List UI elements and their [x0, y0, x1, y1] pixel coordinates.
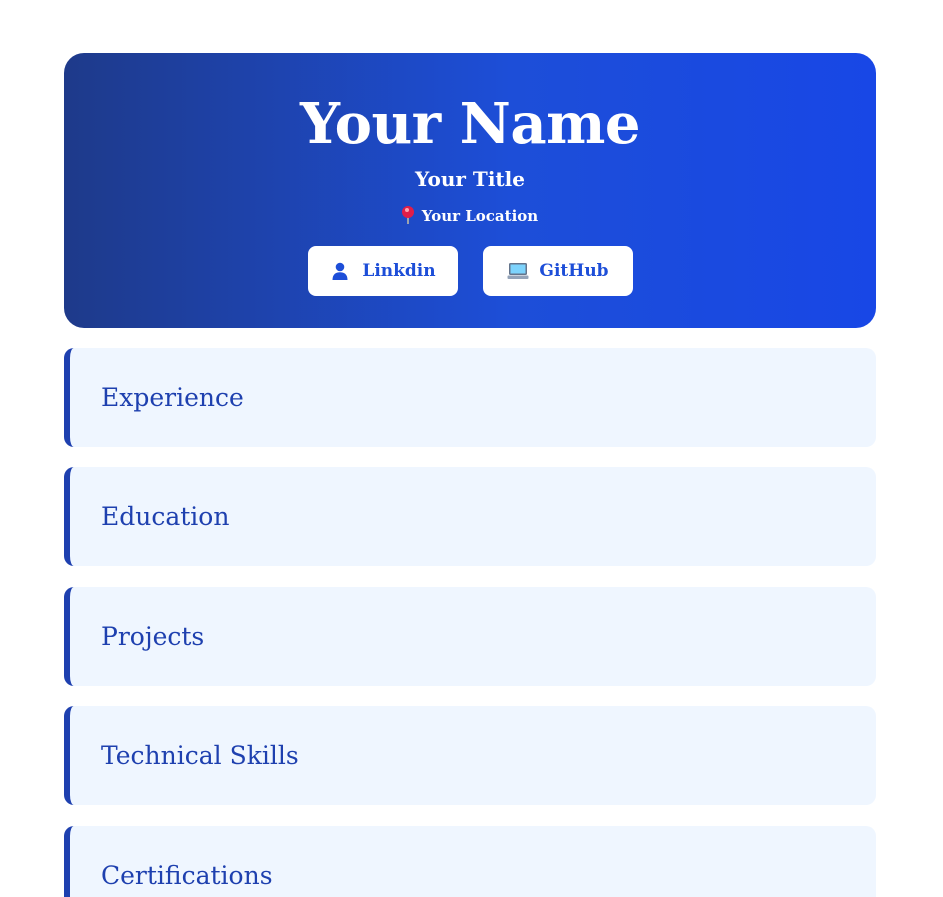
- section-title: Certifications: [101, 861, 273, 890]
- laptop-icon: [507, 261, 529, 281]
- section-education[interactable]: Education: [64, 467, 876, 566]
- linkedin-button-label: Linkdin: [362, 261, 436, 281]
- section-title: Technical Skills: [101, 741, 299, 770]
- profile-name: Your Name: [299, 91, 641, 157]
- profile-header: Your Name Your Title Your Location Linkd…: [64, 53, 876, 328]
- github-button-label: GitHub: [539, 261, 609, 281]
- resume-page: Your Name Your Title Your Location Linkd…: [0, 0, 943, 897]
- linkedin-button[interactable]: Linkdin: [308, 246, 458, 296]
- profile-title: Your Title: [415, 167, 525, 191]
- github-button[interactable]: GitHub: [483, 246, 633, 296]
- profile-location: Your Location: [64, 205, 876, 227]
- section-title: Experience: [101, 383, 244, 412]
- profile-location-text: Your Location: [421, 207, 539, 225]
- section-projects[interactable]: Projects: [64, 587, 876, 686]
- person-icon: [330, 261, 350, 281]
- section-title: Education: [101, 502, 230, 531]
- section-experience[interactable]: Experience: [64, 348, 876, 447]
- map-pin-icon: [401, 206, 414, 224]
- section-certifications[interactable]: Certifications: [64, 826, 876, 897]
- section-technical-skills[interactable]: Technical Skills: [64, 706, 876, 805]
- section-title: Projects: [101, 622, 205, 651]
